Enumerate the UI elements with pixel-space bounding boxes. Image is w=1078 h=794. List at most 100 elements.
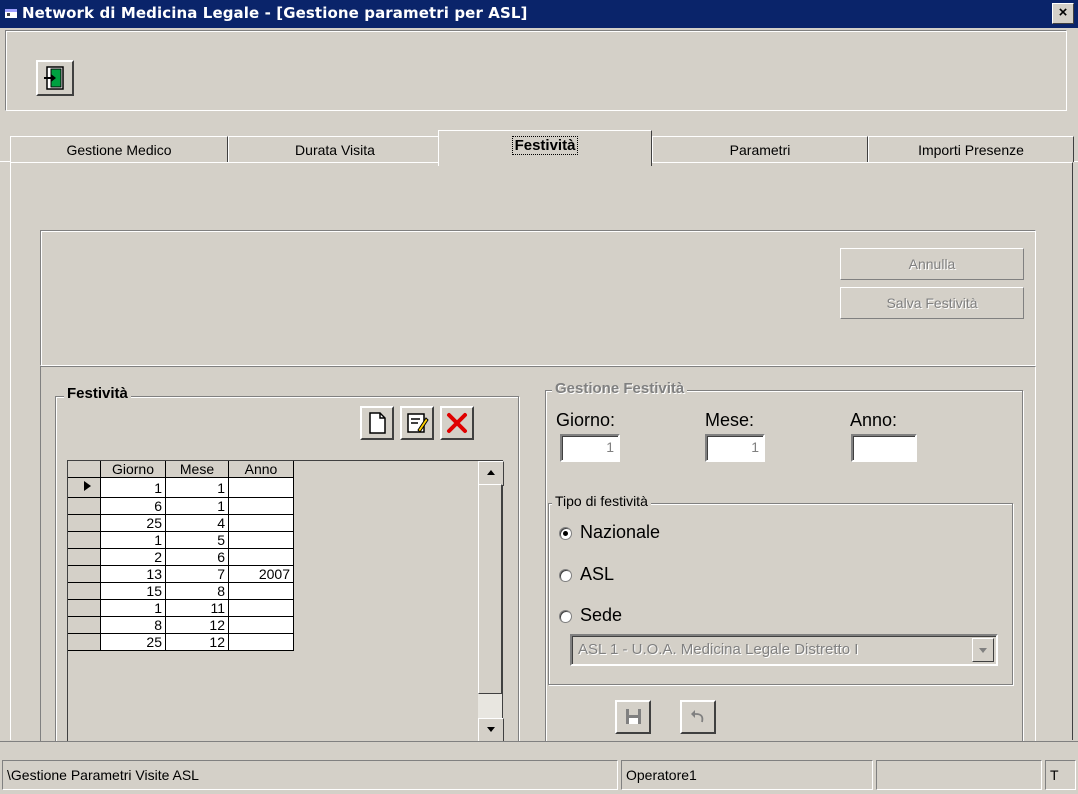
status-empty bbox=[876, 760, 1042, 790]
row-indicator-header bbox=[68, 461, 101, 478]
radio-sede[interactable] bbox=[559, 610, 572, 623]
radio-nazionale-label[interactable]: Nazionale bbox=[580, 522, 660, 543]
anno-label: Anno: bbox=[850, 410, 898, 430]
radio-asl-label[interactable]: ASL bbox=[580, 564, 614, 585]
edit-document-icon bbox=[407, 413, 429, 433]
cell-giorno[interactable]: 6 bbox=[100, 497, 166, 515]
cell-mese[interactable]: 4 bbox=[165, 514, 229, 532]
cell-giorno[interactable]: 8 bbox=[100, 616, 166, 634]
table-row[interactable]: 15 8 bbox=[68, 582, 294, 600]
cell-mese[interactable]: 1 bbox=[165, 497, 229, 515]
table-row[interactable]: 11 bbox=[68, 477, 294, 498]
cell-giorno[interactable]: 25 bbox=[100, 514, 166, 532]
app-icon bbox=[5, 9, 17, 18]
cell-anno[interactable] bbox=[228, 599, 294, 617]
scroll-up-button[interactable] bbox=[478, 461, 504, 486]
mese-label: Mese: bbox=[705, 410, 755, 430]
new-record-button[interactable] bbox=[360, 406, 394, 440]
undo-button[interactable] bbox=[680, 700, 716, 734]
column-header-anno[interactable]: Anno bbox=[228, 461, 294, 478]
exit-button[interactable] bbox=[36, 60, 74, 96]
cell-mese[interactable]: 7 bbox=[165, 565, 229, 583]
sede-select[interactable]: ASL 1 - U.O.A. Medicina Legale Distretto… bbox=[570, 634, 998, 666]
arrow-down-icon bbox=[487, 727, 495, 732]
save-disk-button[interactable] bbox=[615, 700, 651, 734]
cell-anno[interactable] bbox=[228, 477, 294, 498]
row-indicator[interactable] bbox=[68, 565, 101, 583]
row-indicator[interactable] bbox=[68, 633, 101, 651]
row-indicator[interactable] bbox=[68, 514, 101, 532]
cell-giorno[interactable]: 13 bbox=[100, 565, 166, 583]
tab-festivita[interactable]: Festività bbox=[438, 130, 652, 166]
cell-mese[interactable]: 12 bbox=[165, 616, 229, 634]
table-row[interactable]: 8 12 bbox=[68, 616, 294, 634]
radio-nazionale[interactable] bbox=[559, 527, 572, 540]
radio-selected-dot bbox=[563, 531, 568, 536]
cell-giorno[interactable]: 2 bbox=[100, 548, 166, 566]
edit-record-button[interactable] bbox=[400, 406, 434, 440]
table-row[interactable]: 1 11 bbox=[68, 599, 294, 617]
cell-anno[interactable] bbox=[228, 514, 294, 532]
cell-anno[interactable] bbox=[228, 616, 294, 634]
toolbar bbox=[5, 30, 1067, 111]
cell-mese[interactable]: 5 bbox=[165, 531, 229, 549]
status-path: \Gestione Parametri Visite ASL bbox=[2, 760, 618, 790]
current-row-indicator[interactable] bbox=[68, 477, 101, 498]
row-indicator[interactable] bbox=[68, 599, 101, 617]
tab-parametri[interactable]: Parametri bbox=[652, 136, 868, 162]
cell-giorno[interactable]: 1 bbox=[100, 599, 166, 617]
undo-arrow-icon bbox=[691, 710, 704, 723]
anno-field[interactable] bbox=[851, 434, 917, 462]
table-row[interactable]: 26 bbox=[68, 548, 294, 566]
grid-vertical-scrollbar[interactable] bbox=[478, 461, 504, 743]
delete-record-button[interactable] bbox=[440, 406, 474, 440]
tab-gestione-medico[interactable]: Gestione Medico bbox=[10, 136, 228, 162]
cell-anno[interactable] bbox=[228, 548, 294, 566]
tab-label: Festività bbox=[511, 136, 579, 155]
sede-dropdown-button[interactable] bbox=[972, 638, 994, 662]
cell-anno[interactable] bbox=[228, 531, 294, 549]
salva-festivita-button[interactable]: Salva Festività bbox=[840, 287, 1024, 319]
giorno-field[interactable]: 1 bbox=[560, 434, 620, 462]
row-indicator[interactable] bbox=[68, 616, 101, 634]
festivita-table: Giorno Mese Anno 1 1 6 1 25 4 1 5 2 6 13 7 2007 15 8 1 1… bbox=[68, 461, 294, 651]
cell-giorno[interactable]: 1 bbox=[100, 477, 166, 498]
table-row[interactable]: 25 4 bbox=[68, 514, 294, 532]
scroll-down-button[interactable] bbox=[478, 718, 504, 743]
radio-asl[interactable] bbox=[559, 569, 572, 582]
cell-giorno[interactable]: 15 bbox=[100, 582, 166, 600]
cell-anno[interactable] bbox=[228, 633, 294, 651]
cell-mese[interactable]: 11 bbox=[165, 599, 229, 617]
cell-anno[interactable] bbox=[228, 497, 294, 515]
table-row[interactable]: 15 bbox=[68, 531, 294, 549]
chevron-down-icon bbox=[979, 648, 987, 653]
row-indicator[interactable] bbox=[68, 531, 101, 549]
tab-label: Parametri bbox=[729, 142, 791, 158]
cell-anno[interactable] bbox=[228, 582, 294, 600]
row-indicator[interactable] bbox=[68, 497, 101, 515]
tab-importi-presenze[interactable]: Importi Presenze bbox=[868, 136, 1074, 162]
festivita-grid[interactable]: Giorno Mese Anno 1 1 6 1 25 4 1 5 2 6 13 7 2007 15 8 1 1… bbox=[67, 460, 504, 743]
floppy-disk-icon bbox=[626, 709, 641, 724]
column-header-mese[interactable]: Mese bbox=[165, 461, 229, 478]
table-row[interactable]: 25 12 bbox=[68, 633, 294, 651]
cell-anno[interactable]: 2007 bbox=[228, 565, 294, 583]
annulla-button[interactable]: Annulla bbox=[840, 248, 1024, 280]
tab-label: Durata Visita bbox=[295, 142, 375, 158]
cell-mese[interactable]: 8 bbox=[165, 582, 229, 600]
radio-sede-label[interactable]: Sede bbox=[580, 605, 622, 626]
close-button[interactable]: × bbox=[1052, 3, 1074, 24]
cell-giorno[interactable]: 1 bbox=[100, 531, 166, 549]
column-header-giorno[interactable]: Giorno bbox=[100, 461, 166, 478]
table-row[interactable]: 13 7 2007 bbox=[68, 565, 294, 583]
row-indicator[interactable] bbox=[68, 548, 101, 566]
mese-field[interactable]: 1 bbox=[705, 434, 765, 462]
row-indicator[interactable] bbox=[68, 582, 101, 600]
cell-giorno[interactable]: 25 bbox=[100, 633, 166, 651]
table-row[interactable]: 61 bbox=[68, 497, 294, 515]
cell-mese[interactable]: 12 bbox=[165, 633, 229, 651]
cell-mese[interactable]: 1 bbox=[165, 477, 229, 498]
tab-durata-visita[interactable]: Durata Visita bbox=[228, 136, 442, 162]
scroll-thumb[interactable] bbox=[478, 484, 502, 694]
cell-mese[interactable]: 6 bbox=[165, 548, 229, 566]
